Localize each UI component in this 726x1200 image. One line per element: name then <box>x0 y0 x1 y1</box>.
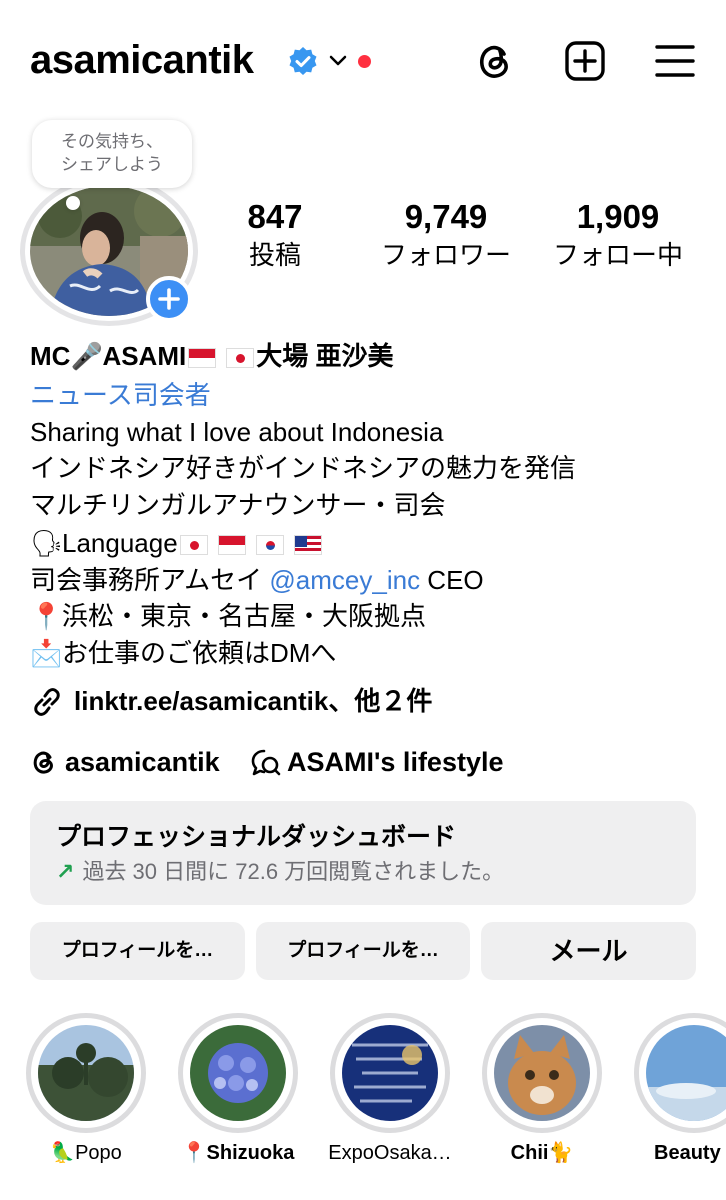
followers-count: 9,749 <box>404 198 488 235</box>
profile-category[interactable]: ニュース司会者 <box>30 376 211 414</box>
highlight-item[interactable]: 📍Shizuoka <box>178 1013 298 1185</box>
highlight-item[interactable]: 🦜Popo <box>26 1013 146 1185</box>
highlight-label: Beauty <box>654 1142 721 1164</box>
plus-icon <box>158 288 180 310</box>
trend-up-icon: ↗ <box>56 859 75 884</box>
create-post-icon[interactable] <box>564 40 606 82</box>
posts-label: 投稿 <box>248 240 301 270</box>
bio-line-1: Sharing what I love about Indonesia <box>30 417 444 447</box>
indonesia-flag-icon <box>188 348 217 368</box>
speaking-head-icon: 🗣 <box>30 529 64 559</box>
bio-line-4: 🗣Language <box>30 525 324 562</box>
link-text: linktr.ee/asamicantik、他２件 <box>74 686 433 716</box>
korea-flag-icon <box>255 535 284 555</box>
profile-header: asamicantik <box>0 0 726 120</box>
language-label: Language <box>62 528 178 558</box>
highlight-label: Chii🐈 <box>510 1142 574 1164</box>
highlight-cover <box>342 1025 438 1121</box>
link-icon <box>34 688 60 716</box>
channel-name[interactable]: ASAMI's lifestyle <box>287 742 504 782</box>
bio-line-7: 📩お仕事のご依頼はDMへ <box>30 635 336 672</box>
note-text-line1: その気持ち、 <box>61 132 163 151</box>
mention-link[interactable]: @amcey_inc <box>269 565 420 595</box>
bio-line-6: 📍浜松・東京・名古屋・大阪拠点 <box>30 598 426 635</box>
email-button[interactable]: メール <box>481 922 696 980</box>
menu-icon[interactable] <box>654 40 696 82</box>
contact-text: お仕事のご依頼はDMへ <box>62 638 337 668</box>
name-suffix: 大場 亜沙美 <box>256 341 394 371</box>
display-name: MC🎤ASAMI 大場 亜沙美 <box>30 336 393 377</box>
highlight-item[interactable]: Chii🐈 <box>482 1013 602 1185</box>
broadcast-channel-icon <box>251 749 281 776</box>
highlight-item[interactable]: Beauty <box>634 1013 726 1185</box>
microphone-icon: 🎤 <box>70 342 103 372</box>
highlight-cover <box>494 1025 590 1121</box>
dashboard-subtitle: ↗ 過去 30 日間に 72.6 万回閲覧されました。 <box>56 857 504 887</box>
highlight-cover <box>38 1025 134 1121</box>
name-mid: ASAMI <box>102 341 187 371</box>
bio-line-3: マルチリンガルアナウンサー・司会 <box>30 490 446 520</box>
threads-handle[interactable]: asamicantik <box>65 742 220 782</box>
japan-flag-icon <box>226 348 255 368</box>
highlight-label: ExpoOsaka… <box>328 1142 452 1164</box>
stat-following[interactable]: 1,909 フォロー中 <box>544 196 692 272</box>
posts-count: 847 <box>247 198 303 235</box>
note-bubble[interactable]: その気持ち、 シェアしよう <box>32 120 192 188</box>
dashboard-views-text: 過去 30 日間に 72.6 万回閲覧されました。 <box>82 859 505 884</box>
highlight-cover <box>190 1025 286 1121</box>
followers-label: フォロワー <box>380 240 511 270</box>
add-story-button[interactable] <box>146 276 192 322</box>
notification-dot <box>358 55 371 68</box>
share-profile-button[interactable]: プロフィールを… <box>256 922 470 980</box>
bio-line-2: インドネシア好きがインドネシアの魅力を発信 <box>30 453 577 483</box>
highlight-label: 🦜Popo <box>50 1142 122 1164</box>
note-text-line2: シェアしよう <box>61 155 163 174</box>
username-title[interactable]: asamicantik <box>30 38 254 83</box>
highlight-label: 📍Shizuoka <box>181 1142 295 1164</box>
name-prefix: MC <box>30 341 71 371</box>
highlight-item[interactable]: ExpoOsaka… <box>328 1013 452 1185</box>
indonesia-flag-icon <box>217 535 246 555</box>
threads-icon <box>33 751 53 774</box>
pin-icon: 📍 <box>30 602 63 632</box>
envelope-icon: 📩 <box>30 639 63 669</box>
stat-posts[interactable]: 847 投稿 <box>222 196 328 272</box>
verified-badge-icon <box>289 47 317 75</box>
following-label: フォロー中 <box>552 240 683 270</box>
following-count: 1,909 <box>576 198 660 235</box>
professional-dashboard[interactable]: プロフェッショナルダッシュボード ↗ 過去 30 日間に 72.6 万回閲覧されま… <box>30 801 696 905</box>
bio-line-5: 司会事務所アムセイ @amcey_inc CEO <box>30 562 484 598</box>
usa-flag-icon <box>293 535 322 555</box>
chevron-down-icon[interactable] <box>327 50 349 72</box>
dashboard-title: プロフェッショナルダッシュボード <box>56 823 457 851</box>
locations-text: 浜松・東京・名古屋・大阪拠点 <box>62 601 427 631</box>
ceo-text: CEO <box>420 565 484 595</box>
threads-icon[interactable] <box>474 40 516 82</box>
note-bubble-tail <box>66 196 80 210</box>
stat-followers[interactable]: 9,749 フォロワー <box>370 196 522 272</box>
agency-text: 司会事務所アムセイ <box>30 565 270 595</box>
edit-profile-button[interactable]: プロフィールを… <box>30 922 245 980</box>
japan-flag-icon <box>179 535 208 555</box>
threads-links-row: asamicantik ASAMI's lifestyle <box>30 742 630 782</box>
